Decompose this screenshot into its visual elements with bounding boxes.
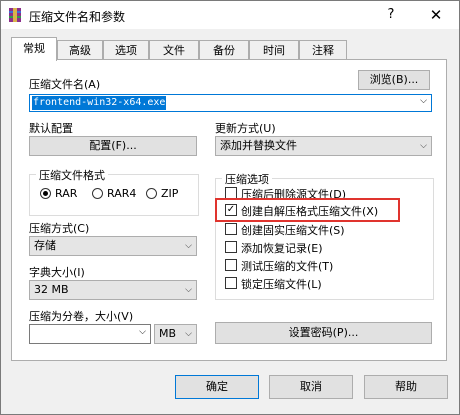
- format-zip-radio[interactable]: [146, 188, 157, 199]
- split-label: 压缩为分卷，大小(V): [29, 310, 134, 323]
- lock-archive-checkbox[interactable]: [225, 277, 237, 289]
- profile-label: 默认配置: [29, 122, 73, 135]
- lock-archive-label[interactable]: 锁定压缩文件(L): [241, 276, 322, 292]
- tab-options[interactable]: 选项: [103, 40, 149, 60]
- format-rar4-radio[interactable]: [92, 188, 103, 199]
- chevron-down-icon: ⌵: [185, 285, 192, 295]
- chevron-down-icon[interactable]: ⌵: [139, 327, 146, 337]
- format-rar-label[interactable]: RAR: [55, 187, 77, 200]
- archive-name-label: 压缩文件名(A): [29, 78, 101, 91]
- test-files-checkbox[interactable]: [225, 259, 237, 271]
- recovery-record-checkbox[interactable]: [225, 241, 237, 253]
- method-value: 存储: [34, 239, 56, 252]
- format-rar-radio[interactable]: [40, 188, 51, 199]
- help-button[interactable]: 帮助: [364, 375, 448, 399]
- update-mode-label: 更新方式(U): [215, 122, 276, 135]
- sfx-label[interactable]: 创建自解压格式压缩文件(X): [241, 203, 378, 219]
- method-label: 压缩方式(C): [29, 222, 90, 235]
- dialog-window: 压缩文件名和参数 ? ✕ 常规 高级 选项 文件 备份 时间 注释 压缩文件名(…: [0, 0, 460, 415]
- dictionary-value: 32 MB: [34, 283, 69, 296]
- cancel-button[interactable]: 取消: [269, 375, 353, 399]
- archive-name-combo[interactable]: frontend-win32-x64.exe ⌵: [29, 94, 432, 112]
- method-select[interactable]: 存储 ⌵: [29, 236, 197, 256]
- tab-backup[interactable]: 备份: [199, 40, 249, 60]
- options-group-title: 压缩选项: [222, 171, 272, 187]
- window-title: 压缩文件名和参数: [29, 10, 126, 24]
- tab-general[interactable]: 常规: [11, 37, 57, 61]
- split-unit-value: MB: [159, 327, 177, 340]
- split-size-input[interactable]: ⌵: [29, 324, 151, 344]
- solid-archive-label[interactable]: 创建固实压缩文件(S): [241, 222, 345, 238]
- general-panel: 压缩文件名(A) 浏览(B)... frontend-win32-x64.exe…: [11, 59, 447, 361]
- close-icon[interactable]: ✕: [414, 1, 458, 29]
- format-rar4-label[interactable]: RAR4: [107, 187, 136, 200]
- browse-button[interactable]: 浏览(B)...: [358, 70, 430, 90]
- split-unit-select[interactable]: MB ⌵: [154, 324, 197, 344]
- archive-name-value: frontend-win32-x64.exe: [32, 96, 167, 110]
- update-mode-select[interactable]: 添加并替换文件 ⌵: [215, 136, 432, 156]
- tab-advanced[interactable]: 高级: [57, 40, 103, 60]
- tab-files[interactable]: 文件: [149, 40, 199, 60]
- dictionary-label: 字典大小(I): [29, 266, 85, 279]
- tab-comment[interactable]: 注释: [299, 40, 347, 60]
- chevron-down-icon: ⌵: [185, 329, 192, 339]
- solid-archive-checkbox[interactable]: [225, 223, 237, 235]
- test-files-label[interactable]: 测试压缩的文件(T): [241, 258, 333, 274]
- tab-time[interactable]: 时间: [249, 40, 299, 60]
- chevron-down-icon: ⌵: [420, 141, 427, 151]
- set-password-button[interactable]: 设置密码(P)...: [215, 322, 432, 344]
- profiles-button[interactable]: 配置(F)...: [29, 136, 197, 156]
- dictionary-select[interactable]: 32 MB ⌵: [29, 280, 197, 300]
- update-mode-value: 添加并替换文件: [220, 139, 297, 152]
- winrar-app-icon: [9, 8, 21, 22]
- title-bar: 压缩文件名和参数 ? ✕: [1, 1, 459, 29]
- chevron-down-icon: ⌵: [185, 241, 192, 251]
- format-group-title: 压缩文件格式: [36, 167, 108, 183]
- sfx-checkbox[interactable]: ✓: [225, 204, 237, 216]
- format-zip-label[interactable]: ZIP: [161, 187, 178, 200]
- recovery-record-label[interactable]: 添加恢复记录(E): [241, 240, 323, 256]
- title-help-button[interactable]: ?: [369, 1, 413, 29]
- chevron-down-icon[interactable]: ⌵: [420, 96, 427, 106]
- ok-button[interactable]: 确定: [175, 375, 259, 399]
